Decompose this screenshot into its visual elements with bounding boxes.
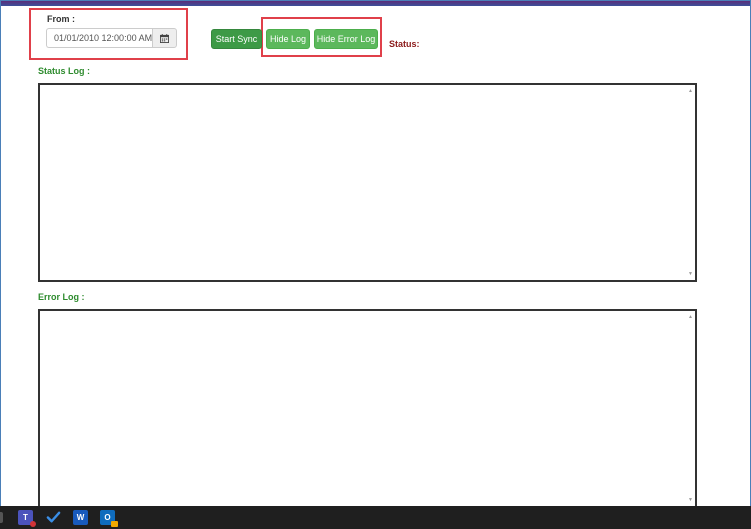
hide-error-log-button[interactable]: Hide Error Log xyxy=(314,29,378,49)
status-label: Status: xyxy=(389,39,420,49)
hide-log-button[interactable]: Hide Log xyxy=(266,29,310,49)
calendar-icon xyxy=(160,33,169,43)
error-log-scrollbar[interactable]: ▲ ▼ xyxy=(684,311,695,506)
accent-bar xyxy=(1,1,750,6)
mail-badge xyxy=(111,521,118,527)
word-icon[interactable]: W xyxy=(73,510,88,525)
error-log-label: Error Log : xyxy=(38,292,85,302)
taskbar-edge xyxy=(0,512,3,523)
scroll-down-arrow-icon[interactable]: ▼ xyxy=(688,497,693,503)
from-label: From : xyxy=(47,14,75,24)
status-log-label: Status Log : xyxy=(38,66,90,76)
error-log-textarea[interactable]: ▲ ▼ xyxy=(38,309,697,508)
scroll-up-arrow-icon[interactable]: ▲ xyxy=(688,88,693,94)
todo-check-icon[interactable] xyxy=(46,510,61,525)
calendar-button[interactable] xyxy=(152,28,177,48)
start-sync-button[interactable]: Start Sync xyxy=(211,29,262,49)
scroll-down-arrow-icon[interactable]: ▼ xyxy=(688,271,693,277)
from-date-input[interactable] xyxy=(46,28,153,48)
taskbar: T W O xyxy=(0,506,751,529)
outlook-icon[interactable]: O xyxy=(100,510,118,527)
status-log-scrollbar[interactable]: ▲ ▼ xyxy=(684,85,695,280)
notification-badge xyxy=(30,521,36,527)
scroll-up-arrow-icon[interactable]: ▲ xyxy=(688,314,693,320)
teams-icon[interactable]: T xyxy=(18,510,36,527)
status-log-textarea[interactable]: ▲ ▼ xyxy=(38,83,697,282)
